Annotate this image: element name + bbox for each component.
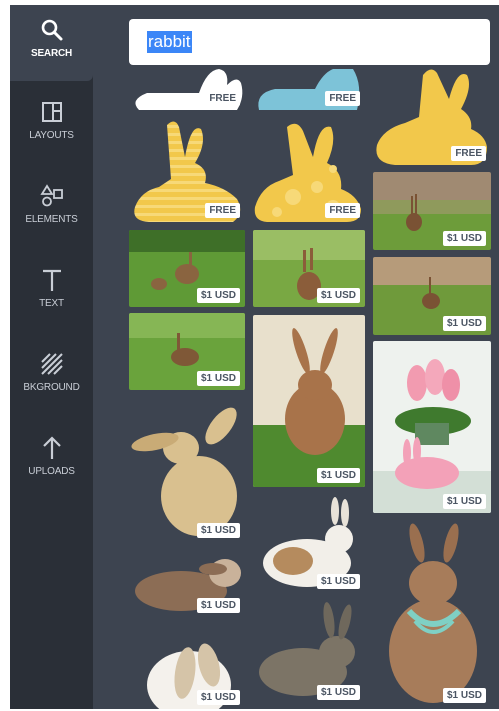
- rabbit-photo: [253, 315, 365, 487]
- photo-tile[interactable]: $1 USD: [373, 172, 491, 250]
- price-badge: FREE: [451, 146, 486, 161]
- sidebar-item-label: LAYOUTS: [29, 130, 74, 141]
- cutout-tile[interactable]: $1 USD: [129, 400, 245, 542]
- photo-tile[interactable]: $1 USD: [253, 315, 365, 487]
- graphic-tile[interactable]: FREE: [253, 65, 365, 110]
- photo-tile[interactable]: $1 USD: [129, 313, 245, 390]
- rabbit-cutout: [389, 523, 477, 703]
- price-badge: $1 USD: [316, 574, 360, 589]
- price-badge: FREE: [205, 91, 240, 106]
- cutout-tile[interactable]: $1 USD: [253, 493, 365, 593]
- search-input[interactable]: [129, 19, 490, 65]
- photo-tile[interactable]: $1 USD: [129, 230, 245, 307]
- price-badge: $1 USD: [196, 371, 240, 386]
- price-badge: FREE: [205, 203, 240, 218]
- price-badge: FREE: [325, 203, 360, 218]
- sidebar-item-text[interactable]: TEXT: [10, 267, 93, 347]
- sidebar-item-label: UPLOADS: [28, 466, 75, 477]
- sidebar-item-label: ELEMENTS: [25, 214, 78, 225]
- search-results-panel: rabbit FREE FREE FREE FREE FREE $1 USD $…: [93, 5, 499, 709]
- sidebar-item-label: TEXT: [39, 298, 64, 309]
- price-badge: $1 USD: [316, 288, 360, 303]
- background-icon: [40, 353, 63, 375]
- price-badge: $1 USD: [442, 688, 486, 703]
- cutout-tile[interactable]: $1 USD: [373, 521, 491, 707]
- graphic-tile[interactable]: FREE: [373, 65, 491, 165]
- sidebar-item-search[interactable]: SEARCH: [10, 5, 93, 81]
- price-badge: $1 USD: [442, 316, 486, 331]
- price-badge: $1 USD: [196, 598, 240, 613]
- search-icon: [41, 19, 62, 41]
- layouts-icon: [41, 102, 62, 122]
- cutout-tile[interactable]: $1 USD: [253, 602, 365, 704]
- price-badge: $1 USD: [196, 288, 240, 303]
- rabbit-photo: [373, 341, 491, 513]
- rabbit-cutout: [131, 407, 237, 536]
- sidebar-item-layouts[interactable]: LAYOUTS: [10, 99, 93, 179]
- sidebar-item-elements[interactable]: ELEMENTS: [10, 183, 93, 263]
- photo-tile[interactable]: $1 USD: [373, 341, 491, 513]
- price-badge: $1 USD: [442, 494, 486, 509]
- sidebar-item-background[interactable]: BKGROUND: [10, 351, 93, 431]
- price-badge: FREE: [325, 91, 360, 106]
- cutout-tile[interactable]: $1 USD: [129, 625, 245, 709]
- photo-tile[interactable]: $1 USD: [253, 230, 365, 307]
- sidebar-item-label: SEARCH: [30, 48, 73, 59]
- upload-icon: [42, 436, 61, 459]
- sidebar-item-label: BKGROUND: [23, 382, 80, 393]
- price-badge: $1 USD: [196, 523, 240, 538]
- graphic-tile[interactable]: FREE: [129, 117, 245, 222]
- text-icon: [42, 269, 61, 291]
- price-badge: $1 USD: [316, 685, 360, 700]
- price-badge: $1 USD: [316, 468, 360, 483]
- price-badge: $1 USD: [196, 690, 240, 705]
- sidebar-item-uploads[interactable]: UPLOADS: [10, 435, 93, 515]
- graphic-tile[interactable]: FREE: [129, 65, 245, 110]
- sidebar: SEARCH LAYOUTS ELEMENTS TEXT BKGROUND UP…: [10, 5, 93, 709]
- graphic-tile[interactable]: FREE: [253, 117, 365, 222]
- cutout-tile[interactable]: $1 USD: [129, 549, 245, 617]
- elements-icon: [39, 184, 63, 207]
- price-badge: $1 USD: [442, 231, 486, 246]
- photo-tile[interactable]: $1 USD: [373, 257, 491, 335]
